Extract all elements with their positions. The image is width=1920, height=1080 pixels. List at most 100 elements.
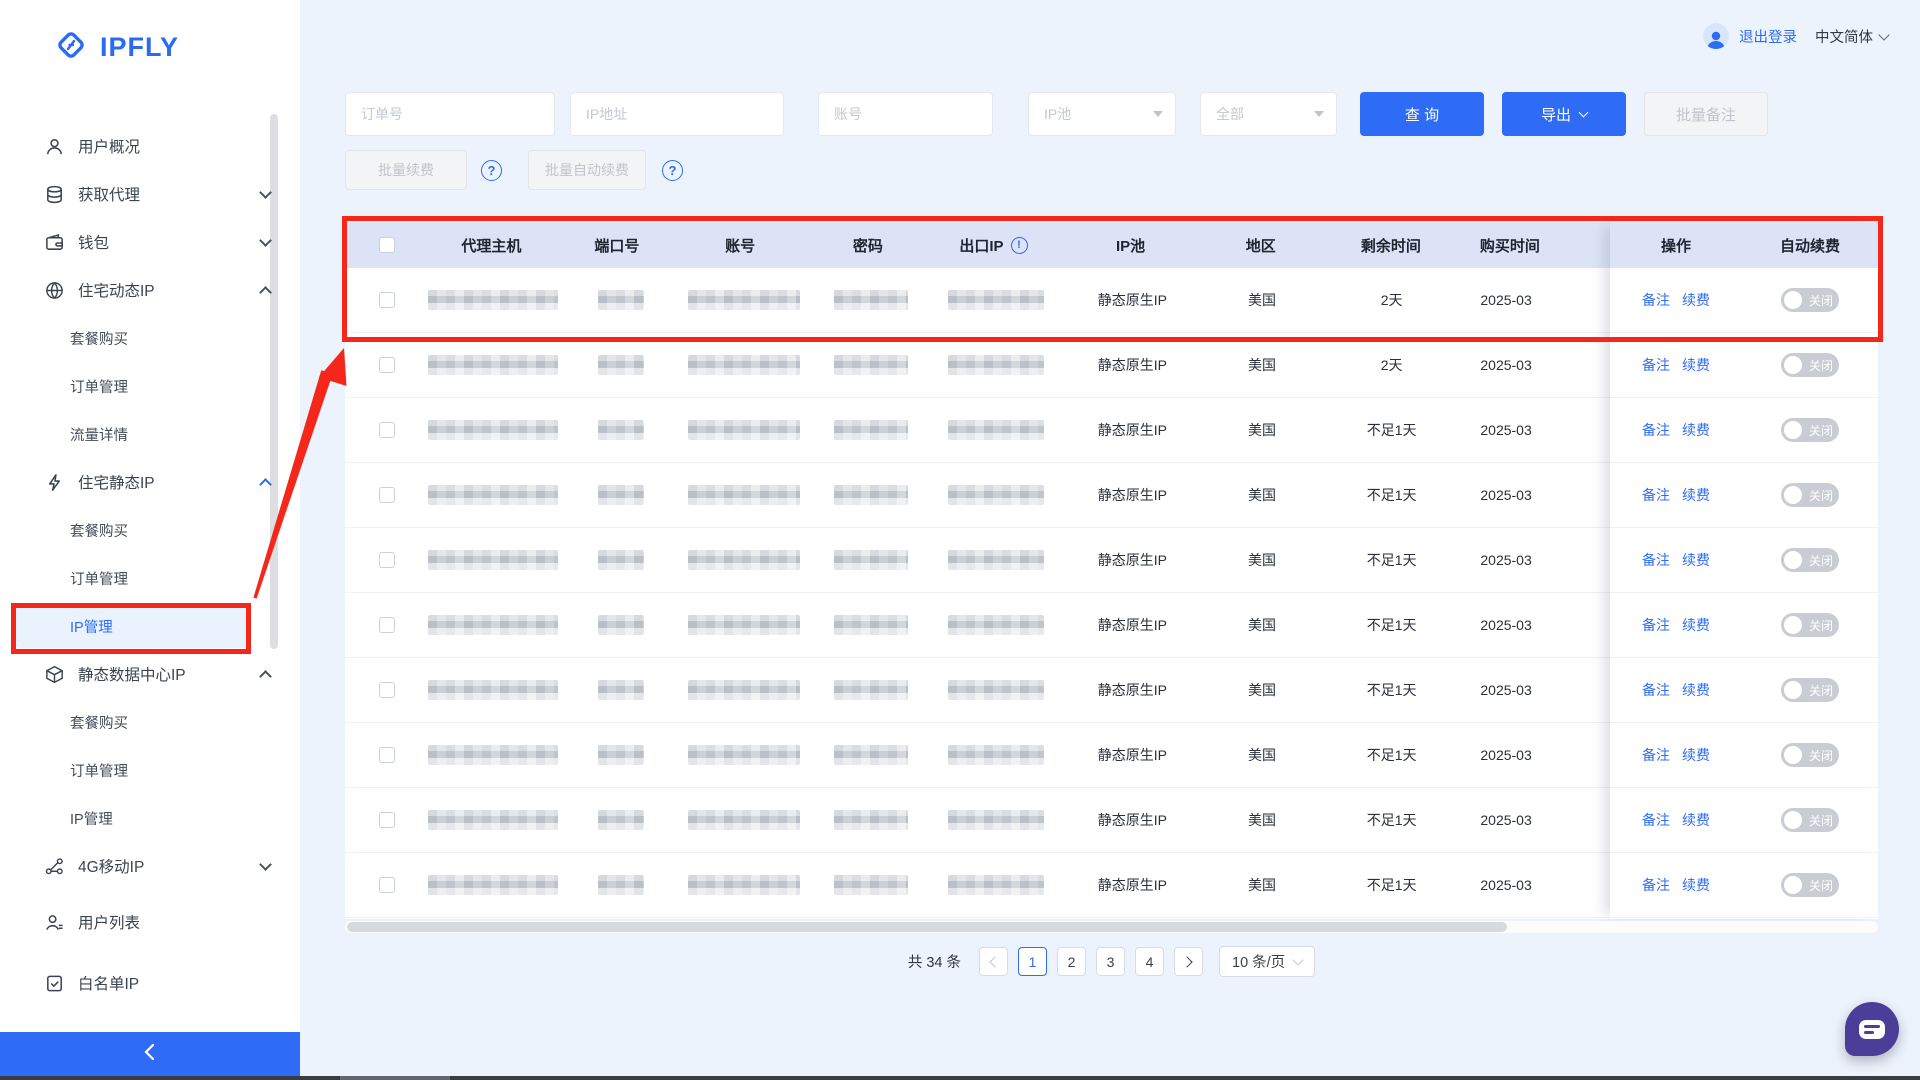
export-button[interactable]: 导出 (1502, 92, 1626, 136)
row-checkbox[interactable] (379, 487, 395, 503)
auto-renew-toggle[interactable]: 关闭 (1781, 483, 1839, 507)
logout-button[interactable]: 退出登录 (1739, 26, 1797, 47)
auto-renew-cell: 关闭 (1742, 333, 1878, 398)
renew-link[interactable]: 续费 (1682, 355, 1710, 375)
language-selector[interactable]: 中文简体 (1815, 26, 1888, 47)
renew-link[interactable]: 续费 (1682, 680, 1710, 700)
note-link[interactable]: 备注 (1642, 290, 1670, 310)
sidebar-collapse-button[interactable] (0, 1032, 300, 1076)
order-number-input[interactable] (345, 92, 555, 136)
sidebar-item-0[interactable]: 用户概况 (0, 122, 300, 170)
status-select[interactable]: 全部 (1200, 92, 1337, 136)
row-checkbox[interactable] (379, 552, 395, 568)
auto-renew-toggle[interactable]: 关闭 (1781, 873, 1839, 897)
renew-link[interactable]: 续费 (1682, 745, 1710, 765)
auto-renew-toggle[interactable]: 关闭 (1781, 678, 1839, 702)
sidebar-item-10-active[interactable]: IP管理 (0, 602, 300, 650)
sidebar-item-17[interactable]: 白名单IP (0, 959, 300, 1007)
sidebar-item-4[interactable]: 套餐购买 (0, 314, 300, 362)
page-button-1[interactable]: 1 (1018, 947, 1047, 976)
renew-link[interactable]: 续费 (1682, 485, 1710, 505)
chat-widget-button[interactable] (1845, 1002, 1899, 1056)
wallet-icon (44, 232, 65, 253)
sidebar-scrollbar-thumb[interactable] (270, 114, 278, 649)
note-link[interactable]: 备注 (1642, 550, 1670, 570)
sidebar-item-16[interactable]: 用户列表 (0, 898, 300, 946)
purchase-time-cell: 2025-03 (1470, 463, 1610, 528)
sidebar-item-15[interactable]: 4G移动IP (0, 842, 300, 890)
row-checkbox[interactable] (379, 877, 395, 893)
user-avatar-icon[interactable] (1703, 23, 1729, 49)
auto-renew-toggle[interactable]: 关闭 (1781, 353, 1839, 377)
ip-address-input[interactable] (570, 92, 784, 136)
note-link[interactable]: 备注 (1642, 420, 1670, 440)
note-link[interactable]: 备注 (1642, 745, 1670, 765)
chevron-down-icon (1293, 954, 1304, 965)
redacted-proxy-host (428, 485, 558, 505)
ip-pool-select[interactable]: IP池 (1028, 92, 1176, 136)
note-link[interactable]: 备注 (1642, 680, 1670, 700)
sidebar-item-label: 获取代理 (78, 183, 140, 205)
page-button-4[interactable]: 4 (1135, 947, 1164, 976)
row-checkbox[interactable] (379, 682, 395, 698)
sidebar-item-13[interactable]: 订单管理 (0, 746, 300, 794)
col-header-auto-renew: 自动续费 (1742, 222, 1878, 268)
auto-renew-toggle[interactable]: 关闭 (1781, 743, 1839, 767)
account-input[interactable] (818, 92, 993, 136)
row-checkbox[interactable] (379, 617, 395, 633)
sidebar-item-1[interactable]: 获取代理 (0, 170, 300, 218)
prev-page-button[interactable] (979, 947, 1008, 976)
page-button-3[interactable]: 3 (1096, 947, 1125, 976)
sidebar-item-11[interactable]: 静态数据中心IP (0, 650, 300, 698)
auto-renew-toggle[interactable]: 关闭 (1781, 613, 1839, 637)
redacted-exit-ip (948, 615, 1044, 635)
auto-renew-toggle[interactable]: 关闭 (1781, 288, 1839, 312)
horizontal-scrollbar-thumb[interactable] (347, 922, 1507, 932)
auto-renew-toggle[interactable]: 关闭 (1781, 548, 1839, 572)
page-size-select[interactable]: 10 条/页 (1219, 946, 1315, 977)
chevron-up-icon (259, 670, 272, 683)
sidebar-item-6[interactable]: 流量详情 (0, 410, 300, 458)
note-link[interactable]: 备注 (1642, 355, 1670, 375)
page-button-2[interactable]: 2 (1057, 947, 1086, 976)
renew-link[interactable]: 续费 (1682, 875, 1710, 895)
batch-note-button[interactable]: 批量备注 (1644, 92, 1768, 136)
sidebar-item-label: 套餐购买 (70, 328, 128, 349)
note-link[interactable]: 备注 (1642, 615, 1670, 635)
renew-link[interactable]: 续费 (1682, 290, 1710, 310)
row-checkbox[interactable] (379, 292, 395, 308)
note-link[interactable]: 备注 (1642, 875, 1670, 895)
sidebar-item-9[interactable]: 订单管理 (0, 554, 300, 602)
row-checkbox[interactable] (379, 357, 395, 373)
row-checkbox[interactable] (379, 812, 395, 828)
search-button[interactable]: 查 询 (1360, 92, 1484, 136)
sidebar-item-8[interactable]: 套餐购买 (0, 506, 300, 554)
sidebar-item-3[interactable]: 住宅动态IP (0, 266, 300, 314)
batch-auto-renew-button[interactable]: 批量自动续费 (528, 150, 646, 190)
redacted-account (688, 355, 800, 375)
sidebar-item-12[interactable]: 套餐购买 (0, 698, 300, 746)
help-icon[interactable]: ? (662, 160, 683, 181)
info-icon[interactable]: ! (1011, 237, 1028, 254)
batch-renew-button[interactable]: 批量续费 (345, 150, 467, 190)
select-all-checkbox[interactable] (379, 237, 395, 253)
renew-link[interactable]: 续费 (1682, 550, 1710, 570)
sidebar-item-7[interactable]: 住宅静态IP (0, 458, 300, 506)
row-checkbox[interactable] (379, 422, 395, 438)
row-checkbox[interactable] (379, 747, 395, 763)
renew-link[interactable]: 续费 (1682, 810, 1710, 830)
renew-link[interactable]: 续费 (1682, 420, 1710, 440)
sidebar-item-2[interactable]: 钱包 (0, 218, 300, 266)
sidebar-item-14[interactable]: IP管理 (0, 794, 300, 842)
purchase-time-cell: 2025-03 (1470, 853, 1610, 918)
help-icon[interactable]: ? (481, 160, 502, 181)
note-link[interactable]: 备注 (1642, 485, 1670, 505)
note-link[interactable]: 备注 (1642, 810, 1670, 830)
auto-renew-toggle[interactable]: 关闭 (1781, 808, 1839, 832)
redacted-port (598, 420, 644, 440)
sidebar-item-label: IP管理 (70, 808, 113, 829)
renew-link[interactable]: 续费 (1682, 615, 1710, 635)
next-page-button[interactable] (1174, 947, 1203, 976)
auto-renew-toggle[interactable]: 关闭 (1781, 418, 1839, 442)
sidebar-item-5[interactable]: 订单管理 (0, 362, 300, 410)
